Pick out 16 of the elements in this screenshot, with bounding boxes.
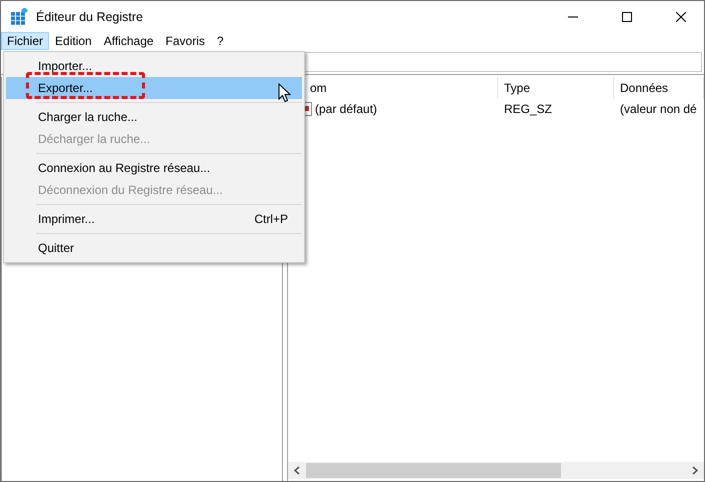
table-cell-text: REG_SZ [503,102,554,116]
window-title: Éditeur du Registre [36,10,144,24]
menu-item[interactable]: Imprimer... Ctrl+P [6,208,302,230]
menu-bar-item[interactable]: Affichage [98,32,160,50]
menu-bar-item[interactable]: Edition [49,32,98,50]
menu-item[interactable]: Quitter [6,237,302,259]
menu-item[interactable]: Connexion au Registre réseau... [6,157,302,179]
menu-bar-item[interactable]: Favoris [160,32,211,50]
menu-bar-item[interactable]: Fichier [1,32,50,50]
menu-bar-item[interactable]: ? [210,32,230,50]
menu-item[interactable]: Importer... [6,55,302,77]
menu-item[interactable]: Exporter... [6,77,302,99]
menu-item[interactable]: Charger la ruche... [6,106,302,128]
column-header[interactable]: Données [614,77,704,99]
table-cell-text: (valeur non dé [619,102,698,116]
column-header[interactable]: Type [498,77,614,99]
